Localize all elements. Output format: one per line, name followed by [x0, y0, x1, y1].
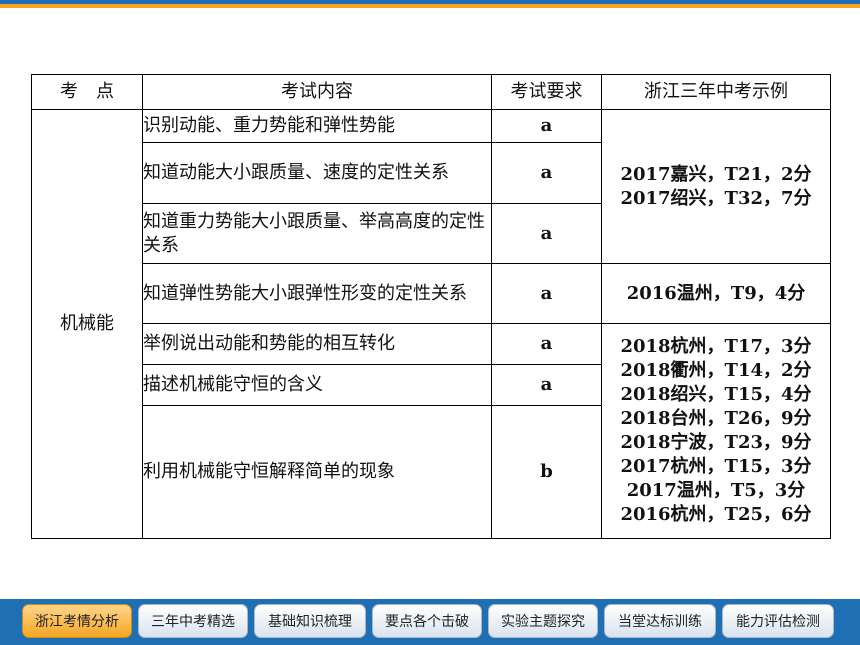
example-item: 2018绍兴，T15，4分	[620, 384, 812, 405]
content-cell: 知道弹性势能大小跟弹性形变的定性关系	[142, 263, 492, 324]
examples-cell: 2017嘉兴，T21，2分 2017绍兴，T32，7分	[601, 109, 831, 264]
content-cell: 描述机械能守恒的含义	[142, 364, 492, 406]
requirement-cell: a	[491, 263, 602, 324]
exam-requirements-table: 考 点 考试内容 考试要求 浙江三年中考示例 机械能 识别动能、重力势能和弹性势…	[31, 74, 831, 539]
bottom-navigation: 浙江考情分析 三年中考精选 基础知识梳理 要点各个击破 实验主题探究 当堂达标训…	[0, 599, 860, 645]
topic-cell: 机械能	[31, 109, 143, 539]
example-item: 2016杭州，T25，6分	[620, 504, 812, 525]
content-cell: 举例说出动能和势能的相互转化	[142, 323, 492, 365]
tab-classroom-training[interactable]: 当堂达标训练	[604, 604, 716, 638]
tab-basic-knowledge[interactable]: 基础知识梳理	[254, 604, 366, 638]
content-cell: 知道动能大小跟质量、速度的定性关系	[142, 142, 492, 204]
tab-key-points[interactable]: 要点各个击破	[372, 604, 482, 638]
requirement-cell: a	[491, 323, 602, 365]
example-item: 2017嘉兴，T21，2分	[620, 163, 812, 185]
tab-experiment-inquiry[interactable]: 实验主题探究	[488, 604, 598, 638]
table-header-row: 考 点 考试内容 考试要求 浙江三年中考示例	[31, 74, 831, 110]
requirement-cell: a	[491, 203, 602, 264]
requirement-cell: a	[491, 364, 602, 406]
example-item: 2018宁波，T23，9分	[620, 432, 812, 453]
tab-three-year-selection[interactable]: 三年中考精选	[138, 604, 248, 638]
examples-cell: 2018杭州，T17，3分 2018衢州，T14，2分 2018绍兴，T15，4…	[601, 323, 831, 539]
example-item: 2018衢州，T14，2分	[620, 360, 812, 381]
example-item: 2017温州，T5，3分	[626, 480, 806, 501]
top-orange-bar	[0, 4, 860, 8]
requirement-cell: a	[491, 109, 602, 143]
requirement-cell: a	[491, 142, 602, 204]
tab-ability-assessment[interactable]: 能力评估检测	[722, 604, 834, 638]
example-item: 2018杭州，T17，3分	[620, 336, 812, 357]
example-item: 2017杭州，T15，3分	[620, 456, 812, 477]
example-item: 2018台州，T26，9分	[620, 408, 812, 429]
header-requirement: 考试要求	[491, 74, 602, 110]
tab-zhejiang-analysis[interactable]: 浙江考情分析	[22, 604, 132, 638]
content-cell: 知道重力势能大小跟质量、举高高度的定性关系	[142, 203, 492, 264]
table-row: 机械能 识别动能、重力势能和弹性势能 a 2017嘉兴，T21，2分 2017绍…	[31, 109, 831, 539]
example-item: 2017绍兴，T32，7分	[620, 187, 812, 209]
content-cell: 识别动能、重力势能和弹性势能	[142, 109, 492, 143]
table-row: 知道弹性势能大小跟弹性形变的定性关系 a 2016温州，T9，4分	[32, 263, 831, 324]
header-content: 考试内容	[142, 74, 492, 110]
header-topic: 考 点	[31, 74, 143, 110]
requirement-cell: b	[491, 405, 602, 539]
examples-cell: 2016温州，T9，4分	[601, 263, 831, 324]
content-cell: 利用机械能守恒解释简单的现象	[142, 405, 492, 539]
example-item: 2016温州，T9，4分	[626, 282, 806, 304]
table-row: 举例说出动能和势能的相互转化 a 2018杭州，T17，3分 2018衢州，T1…	[32, 323, 831, 539]
header-examples: 浙江三年中考示例	[601, 74, 831, 110]
